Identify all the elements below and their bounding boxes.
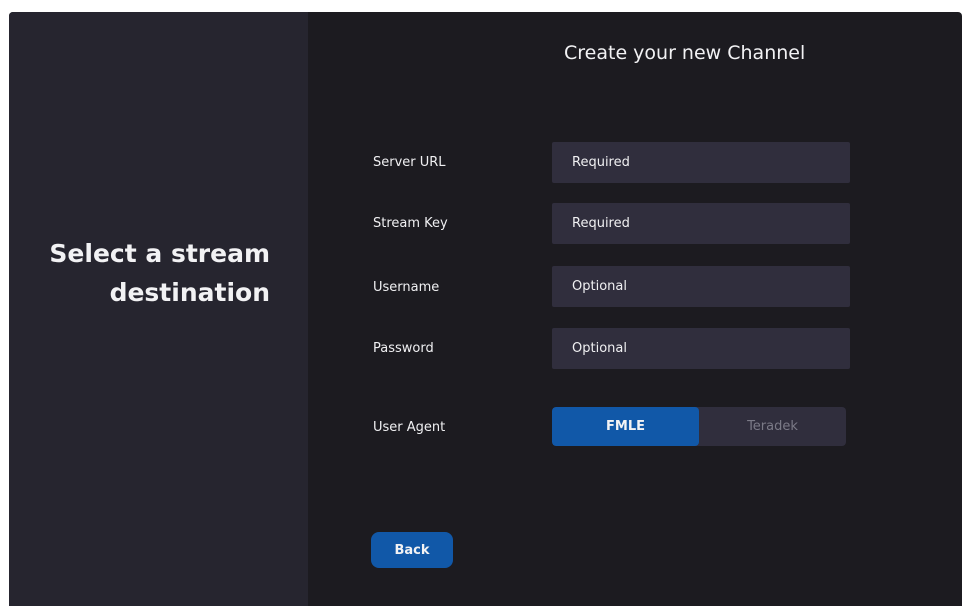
password-label: Password (373, 341, 434, 356)
user-agent-option-teradek[interactable]: Teradek (699, 407, 846, 446)
username-label: Username (373, 280, 440, 295)
user-agent-toggle: FMLE Teradek (552, 407, 846, 446)
server-url-input[interactable] (552, 142, 850, 183)
stream-key-label: Stream Key (373, 216, 448, 231)
app-window: Select a stream destination Create your … (9, 12, 962, 606)
back-button[interactable]: Back (371, 532, 453, 568)
server-url-label: Server URL (373, 155, 446, 170)
sidebar: Select a stream destination (9, 12, 308, 606)
username-input[interactable] (552, 266, 850, 307)
main-panel: Create your new Channel Server URL Strea… (308, 12, 962, 606)
user-agent-label: User Agent (373, 420, 446, 435)
page-title: Create your new Channel (564, 42, 806, 64)
password-input[interactable] (552, 328, 850, 369)
sidebar-heading: Select a stream destination (49, 239, 270, 307)
user-agent-option-fmle[interactable]: FMLE (552, 407, 699, 446)
stream-key-input[interactable] (552, 203, 850, 244)
